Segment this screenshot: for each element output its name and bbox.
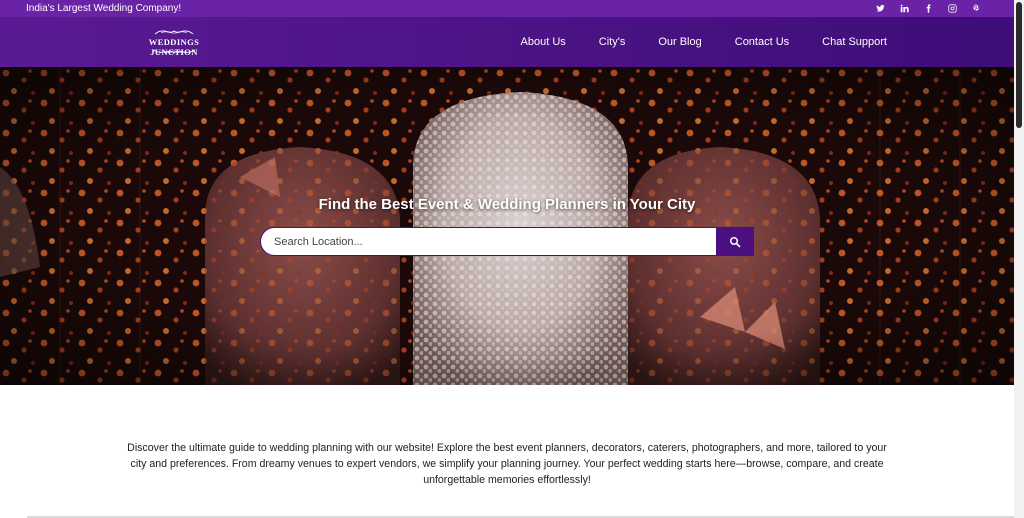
tagline: India's Largest Wedding Company! [26,3,182,14]
nav-our-blog[interactable]: Our Blog [658,36,701,48]
location-search [260,227,754,256]
nav-chat-support[interactable]: Chat Support [822,36,887,48]
twitter-icon[interactable] [875,4,885,14]
pinterest-icon[interactable] [971,4,981,14]
nav-citys[interactable]: City's [599,36,626,48]
primary-nav: About Us City's Our Blog Contact Us Chat… [521,17,887,67]
main-navbar: WEDDINGS JUNCTION About Us City's Our Bl… [0,17,1014,67]
top-announcement-bar: India's Largest Wedding Company! [0,0,1014,17]
linkedin-icon[interactable] [899,4,909,14]
hero-banner: Find the Best Event & Wedding Planners i… [0,67,1014,385]
page-scrollbar[interactable] [1014,0,1024,518]
social-links [875,4,981,14]
nav-about-us[interactable]: About Us [521,36,566,48]
brand-logo[interactable]: WEDDINGS JUNCTION [125,25,223,59]
intro-paragraph: Discover the ultimate guide to wedding p… [127,442,887,486]
nav-contact-us[interactable]: Contact Us [735,36,789,48]
logo-text: WEDDINGS JUNCTION [148,37,200,57]
search-icon [730,236,741,247]
hero-background-image [0,67,1014,385]
instagram-icon[interactable] [947,4,957,14]
search-button[interactable] [716,227,754,256]
facebook-icon[interactable] [923,4,933,14]
scrollbar-thumb[interactable] [1016,2,1022,128]
hero-title: Find the Best Event & Wedding Planners i… [318,196,696,213]
search-input[interactable] [260,227,716,256]
